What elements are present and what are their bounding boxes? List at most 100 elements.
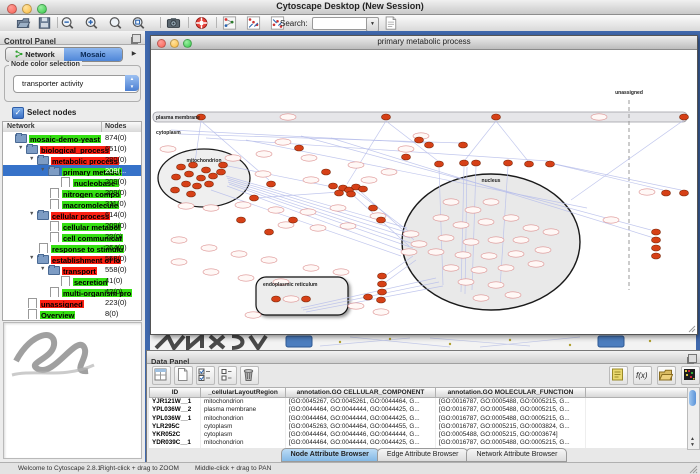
tree-row[interactable]: nucleobase-209(0) [3, 176, 141, 187]
graph-node[interactable] [377, 297, 386, 303]
node-label-oval[interactable] [280, 114, 296, 120]
node-color-dropdown[interactable]: transporter activity ▲▼ [13, 75, 139, 93]
tree-row[interactable]: ▼biological_process651(0) [3, 143, 141, 154]
node-label-oval[interactable] [603, 217, 619, 223]
node-label-oval[interactable] [508, 251, 524, 257]
graph-node[interactable] [364, 294, 373, 300]
node-label-oval[interactable] [348, 162, 364, 168]
node-label-oval[interactable] [348, 303, 364, 309]
node-label-oval[interactable] [381, 169, 397, 175]
graph-edge[interactable] [550, 163, 681, 190]
node-label-oval[interactable] [465, 207, 481, 213]
graph-node[interactable] [187, 191, 196, 197]
node-label-oval[interactable] [171, 259, 187, 265]
node-label-oval[interactable] [443, 199, 459, 205]
search-doc-icon[interactable] [383, 16, 398, 30]
tree-row[interactable]: cell communicat22(0) [3, 231, 141, 242]
graph-node[interactable] [322, 169, 331, 175]
node-label-oval[interactable] [488, 237, 504, 243]
node-label-oval[interactable] [503, 215, 519, 221]
node-label-oval[interactable] [481, 253, 497, 259]
node-label-oval[interactable] [333, 269, 349, 275]
graph-node[interactable] [185, 171, 194, 177]
node-label-oval[interactable] [238, 275, 254, 281]
column-header[interactable]: _cellularLayoutRegion [201, 387, 286, 398]
graph-node[interactable] [680, 114, 689, 120]
birdseye-view[interactable] [3, 322, 142, 459]
table-row[interactable]: YPL036W__2plasma membrane[GO:0044464, GO… [149, 406, 689, 414]
matrix-icon[interactable] [681, 366, 700, 385]
node-label-oval[interactable] [528, 261, 544, 267]
table-row[interactable]: YJR121W__1mitochondrion[GO:0045267, GO:0… [149, 398, 689, 406]
graph-node[interactable] [171, 187, 180, 193]
window-titlebar[interactable]: Cytoscape Desktop (New Session) [0, 0, 700, 15]
node-label-oval[interactable] [340, 223, 356, 229]
node-label-oval[interactable] [268, 207, 284, 213]
node-label-oval[interactable] [443, 265, 459, 271]
column-header[interactable]: annotation.GO MOLECULAR_FUNCTION [436, 387, 586, 398]
expand-arrow-icon[interactable]: ▼ [29, 253, 37, 264]
tree-row[interactable]: Overview8(0) [3, 308, 141, 319]
tree-row[interactable]: ▼cellular process614(0) [3, 209, 141, 220]
tree-row[interactable]: unassigned223(0) [3, 297, 141, 308]
tree-row[interactable]: ▼establishment of lo558(0) [3, 253, 141, 264]
graph-node[interactable] [662, 190, 671, 196]
tree-row[interactable]: cellular metabol209(0) [3, 220, 141, 231]
node-label-oval[interactable] [535, 247, 551, 253]
node-label-oval[interactable] [303, 265, 319, 271]
tree-row[interactable]: ▼primary metabol209(... [3, 165, 141, 176]
column-header[interactable]: annotation.GO CELLULAR_COMPONENT [286, 387, 436, 398]
graph-node[interactable] [289, 217, 298, 223]
graph-node[interactable] [492, 114, 501, 120]
float-panel-icon[interactable] [132, 34, 141, 43]
expand-arrow-icon[interactable]: ▼ [18, 143, 26, 154]
table-row[interactable]: YLR295Ccytoplasm[GO:0045263, GO:0044464,… [149, 423, 689, 431]
graph-node[interactable] [402, 154, 411, 160]
resize-grip-icon[interactable] [689, 465, 698, 474]
node-label-oval[interactable] [231, 251, 247, 257]
tree-row[interactable]: multi-organism pro42(0) [3, 286, 141, 297]
graph-node[interactable] [182, 181, 191, 187]
graph-node[interactable] [202, 167, 211, 173]
node-label-oval[interactable] [256, 151, 272, 157]
node-label-oval[interactable] [488, 282, 504, 288]
graph-node[interactable] [459, 142, 468, 148]
node-label-oval[interactable] [455, 252, 471, 258]
node-label-oval[interactable] [203, 269, 219, 275]
graph-node[interactable] [369, 205, 378, 211]
node-label-oval[interactable] [310, 225, 326, 231]
node-label-oval[interactable] [473, 295, 489, 301]
scale-annotation-icon-1[interactable] [246, 16, 261, 30]
graph-node[interactable] [425, 142, 434, 148]
background-window-strip[interactable] [150, 334, 696, 350]
function-builder-icon[interactable]: f(x) [633, 366, 652, 385]
scrollbar-arrows[interactable]: ▲▼ [688, 436, 697, 448]
node-label-oval[interactable] [505, 292, 521, 298]
node-label-oval[interactable] [401, 249, 417, 255]
node-label-oval[interactable] [438, 235, 454, 241]
select-nodes-checkbox[interactable]: ✓ [12, 107, 24, 119]
graph-node[interactable] [272, 296, 281, 302]
search-dropdown-caret[interactable]: ▼ [366, 17, 379, 32]
node-label-oval[interactable] [330, 205, 346, 211]
tab-network-attribute-browser[interactable]: Network Attribute Browser [466, 448, 567, 462]
graph-node[interactable] [652, 245, 661, 251]
column-header[interactable] [586, 387, 689, 398]
node-label-oval[interactable] [433, 215, 449, 221]
delete-attribute-icon[interactable] [240, 366, 259, 385]
expand-arrow-icon[interactable]: ▼ [40, 165, 48, 176]
graph-edge[interactable] [496, 121, 528, 161]
attribute-table-icon[interactable] [152, 366, 171, 385]
graph-node[interactable] [504, 160, 513, 166]
graph-node[interactable] [652, 229, 661, 235]
graph-node[interactable] [335, 190, 344, 196]
table-row[interactable]: YPL036W__1mitochondrion[GO:0044464, GO:0… [149, 415, 689, 423]
tree-row[interactable]: ▼metabolic process280(0) [3, 154, 141, 165]
table-row[interactable]: YKR052Ccytoplasm[GO:0044464, GO:0044446,… [149, 431, 689, 439]
float-panel-icon[interactable] [688, 354, 697, 363]
node-label-oval[interactable] [178, 203, 194, 209]
graph-node[interactable] [378, 289, 387, 295]
graph-node[interactable] [209, 173, 218, 179]
graph-node[interactable] [302, 296, 311, 302]
graph-edge[interactable] [465, 121, 496, 160]
